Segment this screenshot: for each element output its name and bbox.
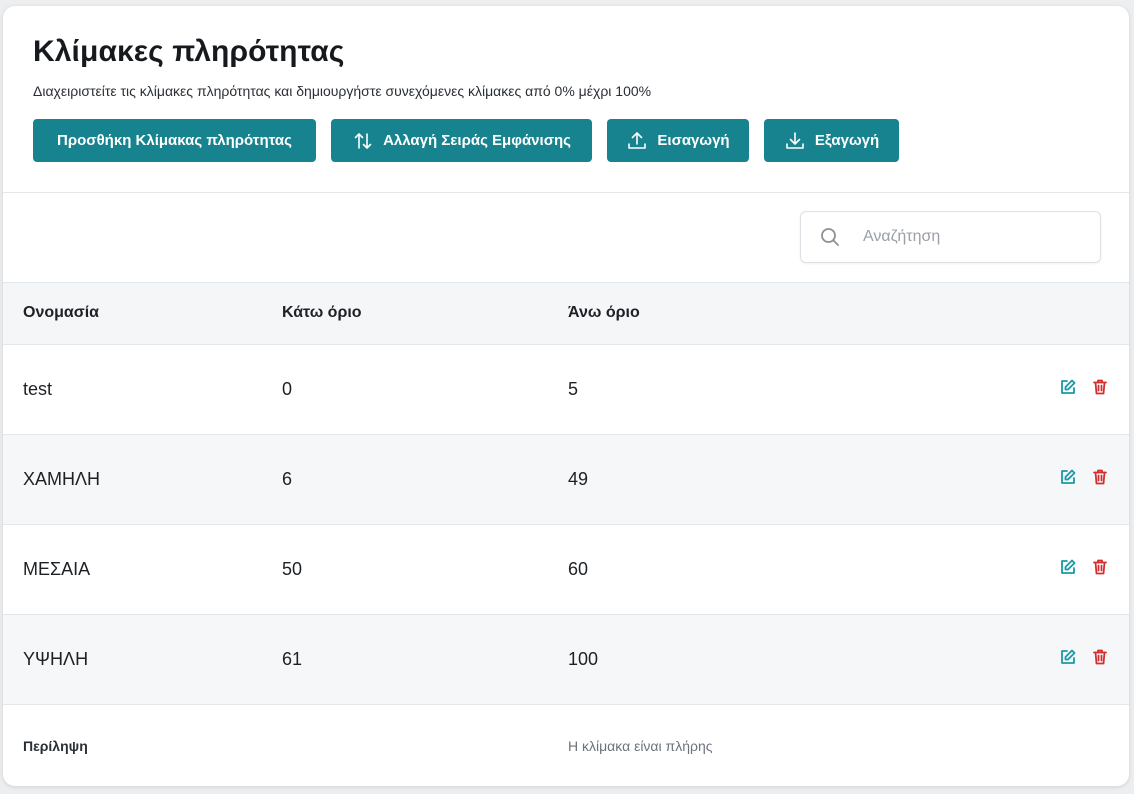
page-subtitle: Διαχειριστείτε τις κλίμακες πληρότητας κ…: [33, 83, 652, 99]
action-bar: Προσθήκη Κλίμακας πληρότητας Αλλαγή Σειρ…: [33, 119, 1129, 162]
cell-upper: 60: [568, 558, 589, 579]
cell-name: test: [23, 378, 53, 399]
page-title: Κλίμακες πληρότητας: [33, 35, 345, 68]
add-scale-label: Προσθήκη Κλίμακας πληρότητας: [57, 132, 292, 149]
table-toolbar: [3, 193, 1129, 283]
cell-actions: [968, 344, 1129, 434]
add-scale-button[interactable]: Προσθήκη Κλίμακας πληρότητας: [33, 119, 316, 162]
column-header-name[interactable]: Ονομασία: [3, 283, 282, 344]
table-row[interactable]: ΜΕΣΑΙΑ 50 60: [3, 524, 1129, 614]
edit-icon[interactable]: [1059, 648, 1077, 666]
trash-icon[interactable]: [1091, 378, 1109, 396]
upload-icon: [626, 130, 648, 152]
cell-upper: 49: [568, 468, 589, 489]
download-icon: [784, 130, 806, 152]
reorder-button[interactable]: Αλλαγή Σειράς Εμφάνισης: [331, 119, 592, 162]
scales-table: Ονομασία Κάτω όριο Άνω όριο test 0 5 ΧΑΜ…: [3, 283, 1129, 786]
summary-label: Περίληψη: [23, 738, 88, 755]
cell-name: ΜΕΣΑΙΑ: [23, 558, 91, 579]
edit-icon[interactable]: [1059, 558, 1077, 576]
cell-lower: 61: [282, 648, 303, 669]
search-icon: [819, 226, 841, 248]
column-header-actions: [968, 283, 1129, 344]
export-button[interactable]: Εξαγωγή: [764, 119, 899, 162]
cell-actions: [968, 434, 1129, 524]
summary-empty-cell: [282, 704, 568, 786]
cell-lower: 6: [282, 468, 293, 489]
export-label: Εξαγωγή: [814, 132, 880, 149]
reorder-label: Αλλαγή Σειράς Εμφάνισης: [383, 132, 571, 149]
cell-name: ΧΑΜΗΛΗ: [23, 468, 101, 489]
import-label: Εισαγωγή: [657, 132, 730, 149]
column-header-lower[interactable]: Κάτω όριο: [282, 283, 568, 344]
table-row[interactable]: ΥΨΗΛΗ 61 100: [3, 614, 1129, 704]
edit-icon[interactable]: [1059, 468, 1077, 486]
search-box[interactable]: [800, 211, 1101, 263]
table-row[interactable]: test 0 5: [3, 344, 1129, 434]
import-button[interactable]: Εισαγωγή: [607, 119, 749, 162]
cell-name: ΥΨΗΛΗ: [23, 648, 89, 669]
arrows-up-down-icon: [352, 130, 374, 152]
edit-icon[interactable]: [1059, 378, 1077, 396]
cell-upper: 100: [568, 648, 599, 669]
summary-actions-cell: [968, 704, 1129, 786]
table-header-row: Ονομασία Κάτω όριο Άνω όριο: [3, 283, 1129, 344]
cell-lower: 50: [282, 558, 303, 579]
search-input[interactable]: [863, 228, 1083, 246]
cell-actions: [968, 614, 1129, 704]
summary-status: Η κλίμακα είναι πλήρης: [568, 738, 713, 755]
table-row[interactable]: ΧΑΜΗΛΗ 6 49: [3, 434, 1129, 524]
column-header-upper[interactable]: Άνω όριο: [568, 283, 968, 344]
page-header: Κλίμακες πληρότητας Διαχειριστείτε τις κ…: [3, 6, 1129, 193]
cell-actions: [968, 524, 1129, 614]
cell-lower: 0: [282, 378, 293, 399]
cell-upper: 5: [568, 378, 579, 399]
trash-icon[interactable]: [1091, 558, 1109, 576]
trash-icon[interactable]: [1091, 468, 1109, 486]
scales-card: Κλίμακες πληρότητας Διαχειριστείτε τις κ…: [3, 6, 1129, 786]
trash-icon[interactable]: [1091, 648, 1109, 666]
summary-row: Περίληψη Η κλίμακα είναι πλήρης: [3, 704, 1129, 786]
